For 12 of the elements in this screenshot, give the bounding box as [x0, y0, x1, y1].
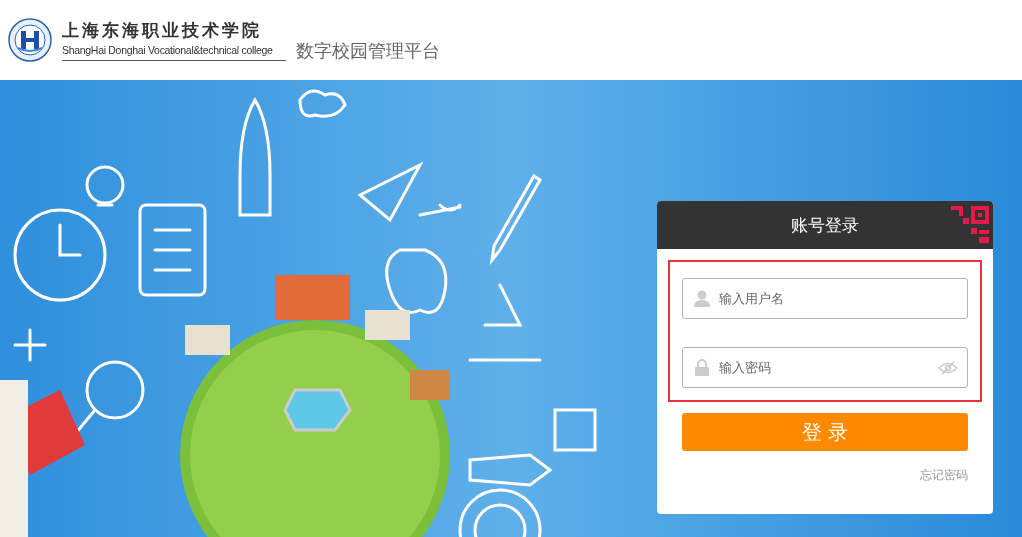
login-button[interactable]: 登 录 — [682, 413, 968, 451]
password-field[interactable]: 输入密码 — [682, 347, 968, 388]
qr-code-icon[interactable] — [949, 204, 991, 246]
school-name: 上海东海职业技术学院 — [62, 19, 263, 42]
platform-name: 数字校园管理平台 — [296, 39, 440, 63]
school-name-english: ShangHai Donghai Vocational&technical college — [62, 44, 286, 61]
user-icon — [694, 290, 710, 307]
login-title: 账号登录 — [791, 213, 859, 237]
school-logo-icon — [8, 18, 52, 62]
username-field[interactable]: 输入用户名 — [682, 278, 968, 319]
eye-slash-icon[interactable] — [938, 361, 958, 375]
forgot-password-link[interactable]: 忘记密码 — [920, 467, 968, 484]
